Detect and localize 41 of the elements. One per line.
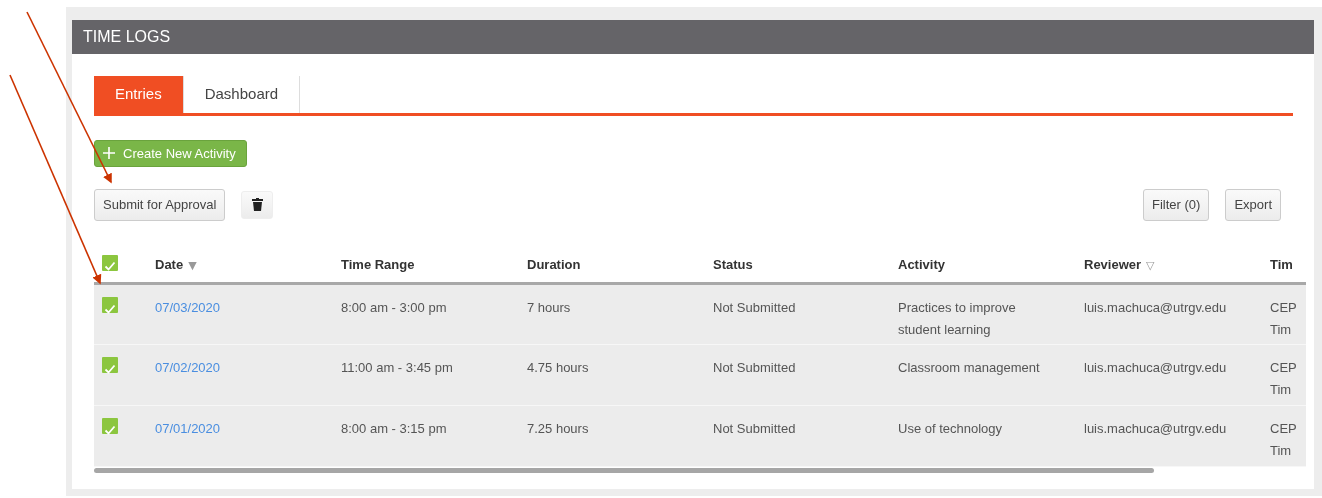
duration-cell-text: 7.25 hours [527, 420, 590, 438]
table-cell-text: Tim [1270, 321, 1292, 339]
reviewer-cell-text: luis.machuca@utrgv.edu [1084, 359, 1228, 377]
plus-icon [103, 147, 115, 160]
table-cell-text: Tim [1270, 442, 1292, 460]
table-cell-text: CEP [1270, 299, 1297, 317]
trash-icon [251, 198, 263, 212]
column-header[interactable]: Status [713, 257, 753, 272]
delete-button[interactable] [241, 190, 274, 219]
checkbox[interactable] [102, 357, 118, 373]
reviewer-cell-text: luis.machuca@utrgv.edu [1084, 299, 1228, 317]
scrollbar[interactable] [94, 468, 1154, 473]
activity-cell-text: Use of technology [898, 420, 1004, 438]
time-range-cell-text: 11:00 am - 3:45 pm [341, 359, 454, 377]
duration-cell-text: 4.75 hours [527, 359, 590, 377]
filter-button[interactable]: Filter (0) [1143, 189, 1210, 221]
column-header[interactable]: Date [155, 257, 184, 272]
checkbox[interactable] [102, 297, 118, 313]
checkbox[interactable] [102, 418, 118, 434]
activity-cell-text: Practices to improve student learning [898, 299, 1017, 339]
reviewer-cell-text: luis.machuca@utrgv.edu [1084, 420, 1228, 438]
table-cell-text: CEP [1270, 359, 1297, 377]
checkbox[interactable] [102, 255, 118, 271]
status-cell-text: Not Submitted [713, 299, 797, 317]
table-cell-text: Tim [1270, 381, 1292, 399]
column-header[interactable]: Activity [898, 257, 945, 272]
duration-cell-text: 7 hours [527, 299, 572, 317]
time-range-cell-text: 8:00 am - 3:15 pm [341, 420, 448, 438]
export-button[interactable]: Export [1225, 189, 1281, 221]
column-header[interactable]: Reviewer [1084, 257, 1142, 272]
activity-cell-text: Classroom management [898, 359, 1041, 377]
table-cell-text: CEP [1270, 420, 1297, 438]
column-header[interactable]: Tim [1270, 257, 1293, 272]
column-header[interactable]: Duration [527, 257, 581, 272]
submit-button[interactable]: Submit for Approval [94, 189, 226, 221]
status-cell-text: Not Submitted [713, 359, 797, 377]
time-range-cell-text: 8:00 am - 3:00 pm [341, 299, 448, 317]
column-header[interactable]: Time Range [341, 257, 415, 272]
status-cell-text: Not Submitted [713, 420, 797, 438]
panel-title: TIME LOGS [83, 27, 171, 47]
tab[interactable]: Entries [94, 76, 184, 113]
